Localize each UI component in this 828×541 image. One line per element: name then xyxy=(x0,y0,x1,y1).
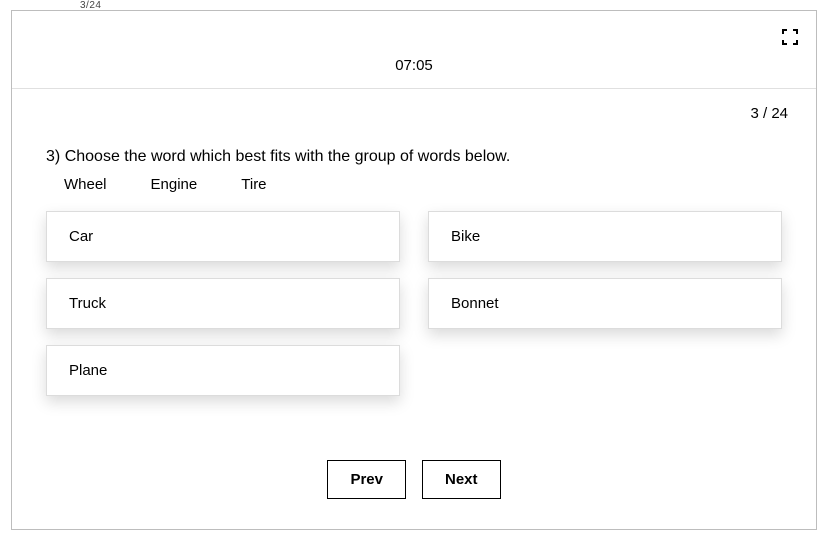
question-block: 3) Choose the word which best fits with … xyxy=(12,122,816,420)
hint-word: Wheel xyxy=(64,176,107,193)
hints-row: Wheel Engine Tire xyxy=(46,174,782,193)
prev-button[interactable]: Prev xyxy=(327,460,406,499)
nav-row: Prev Next xyxy=(12,420,816,529)
hint-word: Engine xyxy=(151,176,198,193)
question-text: 3) Choose the word which best fits with … xyxy=(46,148,782,166)
option-button[interactable]: Bonnet xyxy=(428,278,782,329)
hint-word: Tire xyxy=(241,176,266,193)
option-button[interactable]: Truck xyxy=(46,278,400,329)
options-grid: Car Bike Truck Bonnet Plane xyxy=(46,211,782,396)
next-button[interactable]: Next xyxy=(422,460,501,499)
option-button[interactable]: Bike xyxy=(428,211,782,262)
question-number: 3) xyxy=(46,148,60,165)
fullscreen-icon[interactable] xyxy=(782,29,798,45)
quiz-card: 07:05 3 / 24 3) Choose the word which be… xyxy=(11,10,817,530)
question-prompt: Choose the word which best fits with the… xyxy=(65,148,511,165)
progress-indicator: 3 / 24 xyxy=(12,89,816,122)
option-button[interactable]: Plane xyxy=(46,345,400,396)
timer-display: 07:05 xyxy=(12,11,816,89)
option-button[interactable]: Car xyxy=(46,211,400,262)
